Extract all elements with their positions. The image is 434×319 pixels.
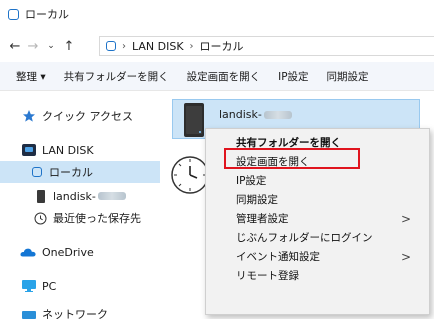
star-icon — [23, 110, 35, 122]
breadcrumb-separator-icon: › — [189, 40, 194, 52]
submenu-arrow-icon: > — [400, 249, 411, 264]
menu-item-event-notification[interactable]: イベント通知設定 > — [206, 247, 429, 266]
nas-device-icon — [37, 189, 45, 203]
up-arrow-icon[interactable]: ↑ — [60, 36, 78, 56]
title-bar: ローカル — [0, 0, 434, 28]
sidebar-item-landisk[interactable]: landisk- — [37, 185, 126, 207]
sidebar-item-local[interactable]: ローカル — [0, 161, 160, 183]
command-toolbar: 整理 ▾ 共有フォルダーを開く 設定画面を開く IP設定 同期設定 — [0, 62, 434, 91]
ip-settings-button[interactable]: IP設定 — [269, 69, 317, 84]
highlight-box — [224, 148, 360, 169]
network-icon — [22, 311, 36, 319]
menu-item-admin-settings[interactable]: 管理者設定 > — [206, 209, 429, 228]
computer-icon — [22, 280, 36, 292]
redacted-name — [97, 192, 126, 200]
clock-icon — [34, 212, 47, 224]
sidebar-item-recent[interactable]: 最近使った保存先 — [34, 207, 141, 229]
sidebar-item-pc[interactable]: PC — [22, 275, 56, 297]
sidebar-item-lan-disk[interactable]: LAN DISK — [22, 139, 94, 161]
cloud-icon — [20, 248, 36, 257]
navigation-bar: ← → ⌄ ↑ › LAN DISK › ローカル — [0, 34, 434, 58]
sidebar-item-onedrive[interactable]: OneDrive — [20, 241, 94, 263]
sync-settings-button[interactable]: 同期設定 — [318, 69, 378, 84]
item-name: landisk- — [219, 108, 262, 121]
back-arrow-icon[interactable]: ← — [6, 36, 24, 56]
clock-icon[interactable] — [170, 155, 210, 195]
sidebar-item-network[interactable]: ネットワーク — [22, 303, 108, 319]
redacted-name — [263, 111, 292, 119]
lan-disk-app-icon — [22, 144, 36, 156]
breadcrumb-separator-icon: › — [122, 40, 126, 52]
submenu-arrow-icon: > — [400, 211, 411, 226]
menu-item-login-my-folder[interactable]: じぶんフォルダーにログイン — [206, 228, 429, 247]
breadcrumb-lan-disk[interactable]: LAN DISK — [132, 40, 184, 53]
menu-item-sync-settings[interactable]: 同期設定 — [206, 190, 429, 209]
organize-button[interactable]: 整理 ▾ — [0, 69, 55, 84]
navigation-pane: クイック アクセス LAN DISK ローカル landisk- 最近使った保存… — [0, 91, 160, 319]
recent-locations-chevron-icon[interactable]: ⌄ — [42, 36, 60, 56]
location-icon — [106, 41, 116, 51]
breadcrumb-local[interactable]: ローカル — [200, 38, 244, 54]
open-settings-button[interactable]: 設定画面を開く — [178, 69, 270, 84]
window-title: ローカル — [25, 8, 69, 21]
menu-item-remote-registration[interactable]: リモート登録 — [206, 266, 429, 285]
menu-item-ip-settings[interactable]: IP設定 — [206, 171, 429, 190]
local-folder-icon — [32, 167, 42, 177]
open-shared-folder-button[interactable]: 共有フォルダーを開く — [55, 69, 178, 84]
address-bar[interactable]: › LAN DISK › ローカル — [99, 36, 434, 56]
folder-icon — [8, 8, 19, 20]
forward-arrow-icon[interactable]: → — [24, 36, 42, 56]
nas-device-icon — [184, 103, 204, 137]
context-menu: 共有フォルダーを開く 設定画面を開く IP設定 同期設定 管理者設定 > じぶん… — [205, 128, 430, 315]
sidebar-item-quick-access[interactable]: クイック アクセス — [22, 105, 133, 127]
